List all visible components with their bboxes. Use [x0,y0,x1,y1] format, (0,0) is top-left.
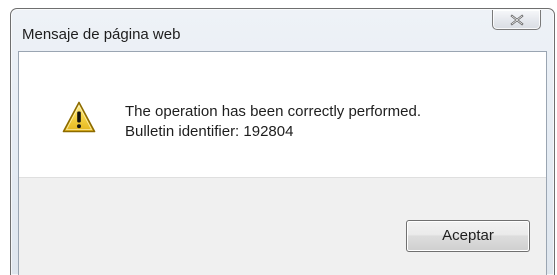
message-area: The operation has been correctly perform… [19,52,546,177]
message-text: The operation has been correctly perform… [125,102,421,142]
dialog-client-area: The operation has been correctly perform… [18,51,547,275]
close-icon [509,13,524,26]
close-button[interactable] [492,10,541,30]
message-dialog: Mensaje de página web The operation has … [10,8,555,275]
button-area: Aceptar [19,177,546,275]
message-line-2: Bulletin identifier: 192804 [125,123,294,140]
accept-button[interactable]: Aceptar [406,220,530,252]
warning-icon [62,101,96,133]
dialog-title: Mensaje de página web [22,26,181,43]
title-bar: Mensaje de página web [11,9,554,51]
message-line-1: The operation has been correctly perform… [125,103,421,120]
